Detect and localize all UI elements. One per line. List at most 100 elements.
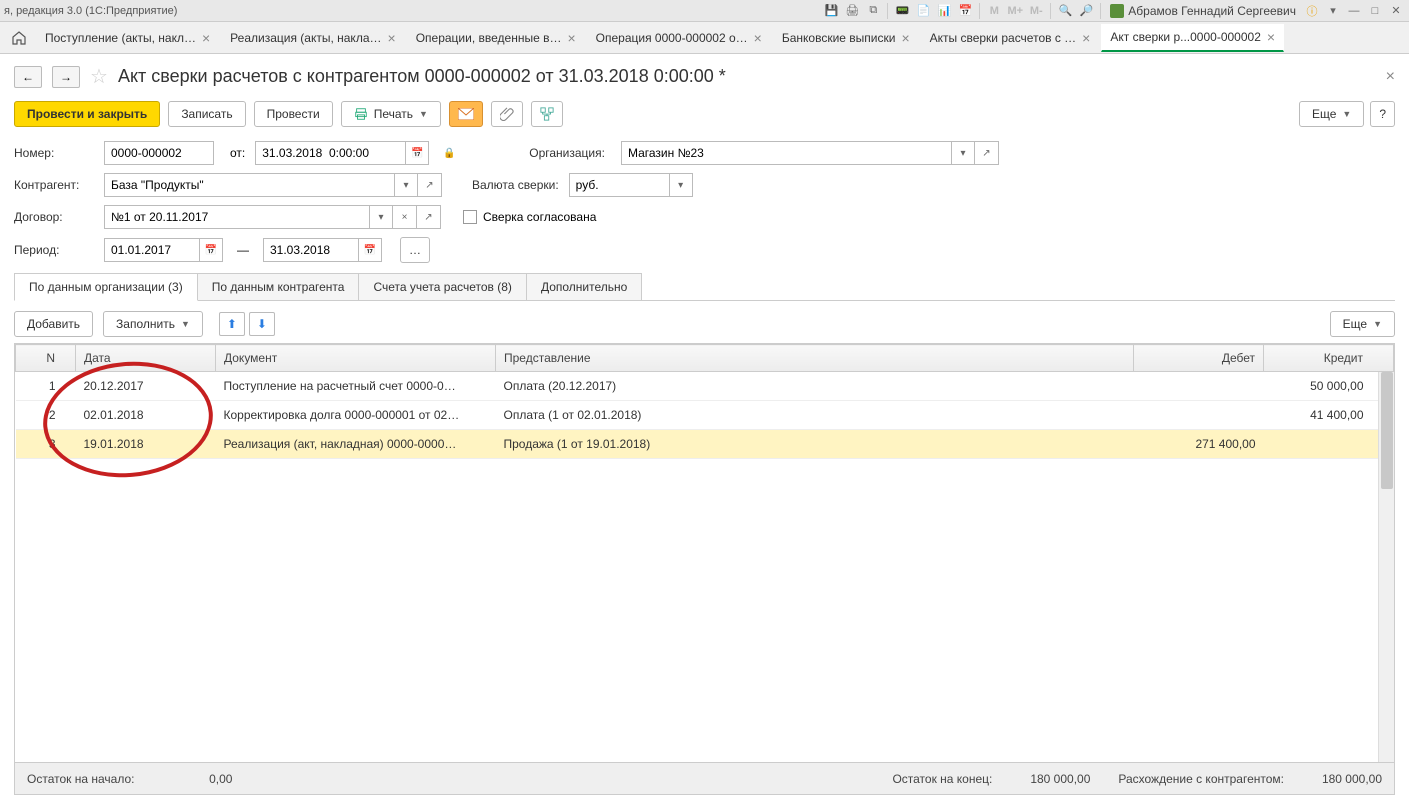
col-header-credit[interactable]: Кредит xyxy=(1264,345,1394,372)
reconciliation-table[interactable]: N Дата Документ Представление Дебет Кред… xyxy=(15,344,1394,459)
tab-2[interactable]: Операции, введенные в…× xyxy=(407,24,585,52)
help-button[interactable]: ? xyxy=(1370,101,1395,127)
difference-label: Расхождение с контрагентом: xyxy=(1118,772,1284,786)
home-tab[interactable] xyxy=(4,24,34,52)
inner-tab-2[interactable]: Счета учета расчетов (8) xyxy=(358,273,526,300)
nav-back-button[interactable]: ← xyxy=(14,66,42,88)
tab-5[interactable]: Акты сверки расчетов с …× xyxy=(921,24,1100,52)
document-tabs: Поступление (акты, накл…× Реализация (ак… xyxy=(0,22,1409,54)
inner-tabs: По данным организации (3) По данным конт… xyxy=(14,273,1395,301)
date-input[interactable] xyxy=(255,141,405,165)
agreed-checkbox[interactable] xyxy=(463,210,477,224)
scale-m[interactable]: M xyxy=(985,2,1003,20)
contract-dropdown[interactable]: ▾ xyxy=(369,205,393,229)
vertical-scrollbar[interactable] xyxy=(1378,372,1394,762)
inner-tab-3[interactable]: Дополнительно xyxy=(526,273,642,300)
currency-dropdown[interactable]: ▾ xyxy=(669,173,693,197)
toolbar: Провести и закрыть Записать Провести Печ… xyxy=(14,101,1395,127)
page-close-button[interactable]: × xyxy=(1386,68,1395,86)
number-label: Номер: xyxy=(14,146,94,160)
contract-open[interactable]: ↗ xyxy=(417,205,441,229)
period-to-calendar[interactable]: 📅 xyxy=(358,238,382,262)
scale-m-minus[interactable]: M- xyxy=(1027,2,1045,20)
table-row[interactable]: 3 19.01.2018 Реализация (акт, накладная)… xyxy=(16,430,1394,459)
tab-close[interactable]: × xyxy=(1082,30,1090,46)
tab-3[interactable]: Операция 0000-000002 о…× xyxy=(587,24,771,52)
more-button[interactable]: Еще ▼ xyxy=(1299,101,1364,127)
fill-button[interactable]: Заполнить ▼ xyxy=(103,311,203,337)
currency-label: Валюта сверки: xyxy=(472,178,559,192)
tab-0[interactable]: Поступление (акты, накл…× xyxy=(36,24,219,52)
counterparty-dropdown[interactable]: ▾ xyxy=(394,173,418,197)
org-label: Организация: xyxy=(529,146,605,160)
period-to-input[interactable] xyxy=(263,238,358,262)
zoom-in-icon[interactable]: 🔍 xyxy=(1056,2,1074,20)
attach-button[interactable] xyxy=(491,101,523,127)
tab-4[interactable]: Банковские выписки× xyxy=(773,24,919,52)
inner-tab-0[interactable]: По данным организации (3) xyxy=(14,273,198,301)
structure-button[interactable] xyxy=(531,101,563,127)
end-balance-label: Остаток на конец: xyxy=(892,772,992,786)
number-input[interactable] xyxy=(104,141,214,165)
col-header-debit[interactable]: Дебет xyxy=(1134,345,1264,372)
org-input[interactable] xyxy=(621,141,951,165)
minimize-icon[interactable]: — xyxy=(1345,2,1363,20)
tab-close[interactable]: × xyxy=(901,30,909,46)
table-more-button[interactable]: Еще ▼ xyxy=(1330,311,1395,337)
counterparty-input[interactable] xyxy=(104,173,394,197)
email-button[interactable] xyxy=(449,101,483,127)
col-header-repr[interactable]: Представление xyxy=(496,345,1134,372)
favorite-icon[interactable]: ☆ xyxy=(90,64,108,89)
calendar-icon[interactable]: 📅 xyxy=(956,2,974,20)
period-from-input[interactable] xyxy=(104,238,199,262)
tree-icon xyxy=(540,107,554,121)
post-and-close-button[interactable]: Провести и закрыть xyxy=(14,101,160,127)
contract-input[interactable] xyxy=(104,205,369,229)
report-icon[interactable]: 📄 xyxy=(914,2,932,20)
write-button[interactable]: Записать xyxy=(168,101,245,127)
tab-close[interactable]: × xyxy=(388,30,396,46)
org-dropdown[interactable]: ▾ xyxy=(951,141,975,165)
scale-m-plus[interactable]: M+ xyxy=(1006,2,1024,20)
contract-clear[interactable]: × xyxy=(393,205,417,229)
add-button[interactable]: Добавить xyxy=(14,311,93,337)
col-header-n[interactable]: N xyxy=(16,345,76,372)
tab-close[interactable]: × xyxy=(567,30,575,46)
tab-close[interactable]: × xyxy=(754,30,762,46)
tab-close[interactable]: × xyxy=(202,30,210,46)
post-button[interactable]: Провести xyxy=(254,101,333,127)
app-title: я, редакция 3.0 (1С:Предприятие) xyxy=(4,5,177,17)
calendar-button[interactable]: 📅 xyxy=(405,141,429,165)
compare-icon[interactable]: ⧉ xyxy=(864,2,882,20)
schedule-icon[interactable]: 📊 xyxy=(935,2,953,20)
tab-close[interactable]: × xyxy=(1267,29,1275,45)
tools-dropdown[interactable]: ▾ xyxy=(1324,2,1342,20)
col-header-doc[interactable]: Документ xyxy=(216,345,496,372)
counterparty-open[interactable]: ↗ xyxy=(418,173,442,197)
tab-6[interactable]: Акт сверки р...0000-000002× xyxy=(1101,24,1284,52)
print-button[interactable]: Печать▼ xyxy=(341,101,441,127)
inner-tab-1[interactable]: По данным контрагента xyxy=(197,273,360,300)
summary-footer: Остаток на начало: 0,00 Остаток на конец… xyxy=(14,763,1395,795)
currency-input[interactable] xyxy=(569,173,669,197)
date-lock-icon[interactable]: 🔒 xyxy=(439,141,459,165)
tab-1[interactable]: Реализация (акты, накла…× xyxy=(221,24,405,52)
close-icon[interactable]: ✕ xyxy=(1387,2,1405,20)
period-select-button[interactable]: … xyxy=(400,237,430,263)
col-header-date[interactable]: Дата xyxy=(76,345,216,372)
table-row[interactable]: 2 02.01.2018 Корректировка долга 0000-00… xyxy=(16,401,1394,430)
move-down-button[interactable]: ⬇ xyxy=(249,312,275,336)
org-open[interactable]: ↗ xyxy=(975,141,999,165)
user-badge[interactable]: Абрамов Геннадий Сергеевич xyxy=(1106,4,1300,18)
calc-icon[interactable]: 📟 xyxy=(893,2,911,20)
info-icon[interactable]: ⓘ xyxy=(1303,2,1321,20)
maximize-icon[interactable]: □ xyxy=(1366,2,1384,20)
move-up-button[interactable]: ⬆ xyxy=(219,312,245,336)
nav-forward-button[interactable]: → xyxy=(52,66,80,88)
print-icon[interactable]: 🖨 xyxy=(843,2,861,20)
page-title: Акт сверки расчетов с контрагентом 0000-… xyxy=(118,66,726,87)
search-icon[interactable]: 🔎 xyxy=(1077,2,1095,20)
table-row[interactable]: 1 20.12.2017 Поступление на расчетный сч… xyxy=(16,372,1394,401)
save-icon[interactable]: 💾 xyxy=(822,2,840,20)
period-from-calendar[interactable]: 📅 xyxy=(199,238,223,262)
